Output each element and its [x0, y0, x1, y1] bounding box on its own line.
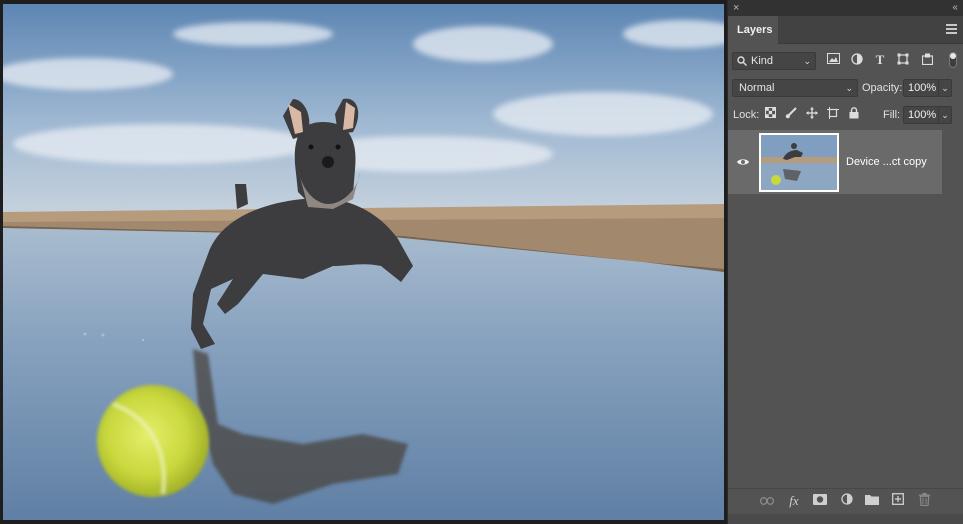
- photoshop-window: × ‹‹ Layers Kind ⌄ T Normal ⌄ Opacity: 1…: [0, 0, 963, 524]
- blend-mode-value: Normal: [739, 82, 775, 94]
- opacity-input[interactable]: 100%: [903, 79, 939, 97]
- type-filter-icon[interactable]: T: [873, 53, 887, 67]
- fill-input[interactable]: 100%: [903, 106, 939, 124]
- link-layers-icon[interactable]: [759, 493, 775, 509]
- close-panel-icon[interactable]: ×: [733, 1, 739, 15]
- fill-dropdown-chevron-icon[interactable]: ⌄: [938, 106, 952, 124]
- document-canvas[interactable]: [3, 4, 724, 520]
- lock-row: Lock: Fill: 100% ⌄: [728, 103, 963, 127]
- chevron-down-icon: ⌄: [803, 56, 811, 66]
- lock-position-move-icon[interactable]: [805, 107, 819, 121]
- layers-scrollbar[interactable]: [941, 124, 963, 484]
- new-layer-icon[interactable]: [890, 493, 906, 509]
- panel-title-bar: × ‹‹: [728, 0, 963, 16]
- fill-label: Fill:: [883, 109, 901, 121]
- layer-thumbnail: [759, 133, 839, 192]
- filter-toggle-switch[interactable]: [949, 52, 957, 68]
- add-mask-icon[interactable]: [812, 493, 828, 509]
- adjustment-filter-icon[interactable]: [850, 53, 864, 67]
- adjustment-layer-icon[interactable]: [839, 493, 855, 509]
- shape-filter-icon[interactable]: [896, 53, 910, 67]
- filter-kind-dropdown[interactable]: Kind ⌄: [732, 52, 816, 70]
- tab-layers[interactable]: Layers: [728, 16, 778, 44]
- lock-all-padlock-icon[interactable]: [847, 107, 861, 121]
- collapse-panel-icon[interactable]: ‹‹: [952, 1, 958, 15]
- layers-panel: × ‹‹ Layers Kind ⌄ T Normal ⌄ Opacity: 1…: [727, 0, 963, 524]
- layer-name: Device ...ct copy: [846, 156, 927, 168]
- blend-mode-dropdown[interactable]: Normal ⌄: [732, 79, 858, 97]
- photo-image: [3, 4, 724, 520]
- search-icon: [737, 56, 747, 66]
- trash-icon[interactable]: [916, 493, 932, 509]
- panel-tab-bar: Layers: [728, 16, 963, 44]
- filter-kind-label: Kind: [751, 55, 774, 67]
- filter-row: Kind ⌄ T: [728, 49, 963, 73]
- panel-bottom-strip: [728, 514, 963, 524]
- group-folder-icon[interactable]: [864, 493, 880, 509]
- chevron-down-icon: ⌄: [845, 83, 853, 93]
- opacity-label: Opacity:: [862, 82, 903, 94]
- smart-object-filter-icon[interactable]: [920, 53, 934, 67]
- lock-image-pixels-brush-icon[interactable]: [784, 107, 798, 121]
- image-filter-icon[interactable]: [826, 53, 840, 67]
- panel-footer-toolbar: fx: [728, 488, 963, 514]
- fx-icon[interactable]: fx: [786, 493, 802, 509]
- opacity-dropdown-chevron-icon[interactable]: ⌄: [938, 79, 952, 97]
- lock-label: Lock:: [733, 109, 760, 121]
- panel-menu-icon[interactable]: [946, 24, 957, 34]
- lock-artboard-icon[interactable]: [826, 107, 840, 121]
- layer-row-device-copy[interactable]: Device ...ct copy: [728, 130, 942, 194]
- lock-transparent-pixels-icon[interactable]: [763, 107, 777, 121]
- blend-row: Normal ⌄ Opacity: 100% ⌄: [728, 76, 963, 100]
- visibility-eye-icon[interactable]: [736, 155, 750, 169]
